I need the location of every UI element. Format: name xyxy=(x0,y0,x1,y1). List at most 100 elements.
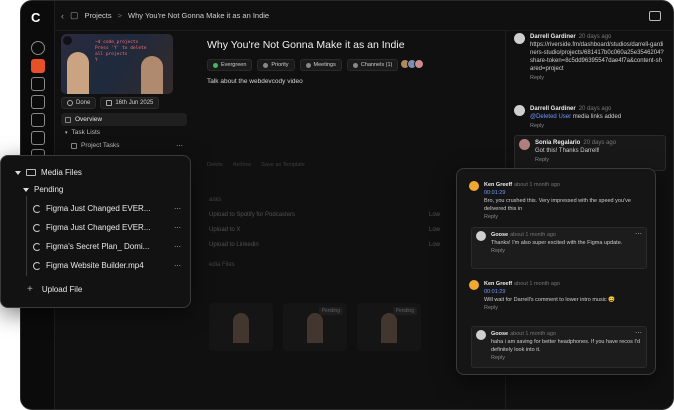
tasks-section-title[interactable]: asks xyxy=(209,197,221,203)
project-actions: Delete Archive Save as Template xyxy=(207,162,305,168)
media-section-title[interactable]: edia Files xyxy=(209,262,235,268)
comment: Ken Greeff about 1 month ago 00:01:29 Bro… xyxy=(469,181,649,221)
avatar xyxy=(414,59,425,69)
sidebar-toggle-icon[interactable]: ▢ xyxy=(70,10,79,21)
assignee-avatars[interactable] xyxy=(400,59,425,71)
inbox-icon[interactable] xyxy=(31,131,45,145)
tasks-icon xyxy=(71,142,77,149)
upload-file-button[interactable]: + Upload File xyxy=(27,284,82,295)
media-file-item[interactable]: Figma's Secret Plan_ Domi... ⋯ xyxy=(33,242,181,251)
media-file-item[interactable]: Figma Just Changed EVER... ⋯ xyxy=(33,223,181,232)
presenter-left xyxy=(67,52,89,94)
reply-link[interactable]: Reply xyxy=(530,122,664,130)
nested-reply: Goose about 1 month ago ⋯ haha i am saving… xyxy=(471,326,647,368)
media-files-header[interactable]: Media Files xyxy=(15,168,82,177)
folder-icon xyxy=(26,169,36,176)
overview-icon xyxy=(65,116,71,123)
more-icon[interactable]: ⋯ xyxy=(174,262,181,270)
loading-icon xyxy=(33,261,41,270)
timestamp-link[interactable]: 00:01:29 xyxy=(484,288,649,296)
video-comments-popup: Ken Greeff about 1 month ago 00:01:29 Bro… xyxy=(456,168,656,375)
reply-link[interactable]: Reply xyxy=(491,247,642,255)
more-icon[interactable]: ⋯ xyxy=(174,205,181,213)
plus-icon: + xyxy=(27,284,33,295)
menu-item-task-lists[interactable]: ▾ Task Lists xyxy=(61,126,187,139)
media-tile[interactable] xyxy=(209,303,273,351)
timestamp-link[interactable]: 00:01:29 xyxy=(484,189,649,197)
media-tile[interactable]: Pending xyxy=(357,303,421,351)
presenter-right xyxy=(141,56,163,94)
task-row[interactable]: Upload to XLow⋯ xyxy=(209,223,489,237)
more-icon[interactable]: ⋯ xyxy=(174,224,181,232)
avatar xyxy=(519,139,530,150)
caret-down-icon xyxy=(15,170,21,175)
project-tags: Evergreen Priority Meetings Channels (1) xyxy=(207,59,425,71)
loading-icon xyxy=(33,242,41,251)
task-row[interactable]: Upload to LinkedinLow⋯ xyxy=(209,238,489,252)
reply-link[interactable]: Reply xyxy=(491,354,642,362)
priority-icon xyxy=(263,62,269,68)
reply-link[interactable]: Reply xyxy=(530,74,664,82)
more-icon[interactable]: ⋯ xyxy=(635,330,642,338)
loading-icon xyxy=(33,204,41,213)
more-icon[interactable]: ⋯ xyxy=(635,231,642,239)
status-chip[interactable]: Done xyxy=(61,97,97,109)
pending-group[interactable]: Pending xyxy=(23,185,63,194)
more-icon[interactable]: ⋯ xyxy=(174,243,181,251)
save-template-button[interactable]: Save as Template xyxy=(261,162,305,168)
tree-line xyxy=(26,196,27,276)
play-icon[interactable] xyxy=(63,36,72,45)
mention[interactable]: @Deleted User xyxy=(530,114,571,120)
channels-icon xyxy=(352,62,358,68)
breadcrumb-separator: > xyxy=(117,11,122,20)
loading-icon xyxy=(33,223,41,232)
thumbnail-code: ~d code_projects Press 'Y' to delete all… xyxy=(95,40,147,63)
task-row[interactable]: Upload to Spotify for PodcastersLow⋯ xyxy=(209,208,489,222)
video-thumbnail[interactable]: ~d code_projects Press 'Y' to delete all… xyxy=(61,34,173,94)
nested-reply: Goose about 1 month ago ⋯ Thanks! I'm also… xyxy=(471,227,647,269)
media-tiles: Pending Pending xyxy=(209,303,421,351)
reply-link[interactable]: Reply xyxy=(535,156,659,164)
menu-item-project-tasks[interactable]: Project Tasks ⋯ xyxy=(61,139,187,152)
calendar-icon[interactable] xyxy=(31,113,45,127)
reply-link[interactable]: Reply xyxy=(484,304,649,312)
delete-button[interactable]: Delete xyxy=(207,162,223,168)
media-file-item[interactable]: Figma Website Builder.mp4 ⋯ xyxy=(33,261,181,270)
project-description[interactable]: Talk about the webdevcody video xyxy=(207,78,303,85)
nested-reply: Sonia Regalario 20 days ago Got this! Tha… xyxy=(514,135,666,171)
comment: Ken Greeff about 1 month ago 00:01:29 Wil… xyxy=(469,280,649,312)
media-file-item[interactable]: Figma Just Changed EVER... ⋯ xyxy=(33,204,181,213)
avatar xyxy=(469,280,479,290)
back-arrow-icon[interactable]: ‹ xyxy=(61,11,64,21)
board-icon[interactable] xyxy=(31,77,45,91)
comment: Darrell Gardiner 20 days ago @Deleted Use… xyxy=(514,105,664,130)
idea-icon[interactable] xyxy=(31,41,45,55)
video-icon[interactable] xyxy=(31,59,45,73)
app-logo-icon[interactable]: C xyxy=(31,10,45,25)
status-icon xyxy=(67,100,73,106)
tag-channels[interactable]: Channels (1) xyxy=(346,59,399,71)
breadcrumb-projects[interactable]: Projects xyxy=(85,11,112,20)
archive-button[interactable]: Archive xyxy=(233,162,251,168)
tag-priority[interactable]: Priority xyxy=(257,59,295,71)
date-chip[interactable]: 16th Jun 2025 xyxy=(100,97,160,109)
tag-meetings[interactable]: Meetings xyxy=(299,59,342,71)
caret-down-icon: ▾ xyxy=(65,129,68,136)
calendar-icon xyxy=(106,100,113,106)
window-toggle-icon[interactable] xyxy=(649,10,661,21)
more-icon[interactable]: ⋯ xyxy=(176,142,183,150)
tag-evergreen[interactable]: Evergreen xyxy=(207,59,253,71)
avatar xyxy=(469,181,479,191)
menu-item-overview[interactable]: Overview xyxy=(61,113,187,126)
comment-text[interactable]: https://riverside.fm/dashboard/studios/d… xyxy=(530,41,664,73)
media-tile[interactable]: Pending xyxy=(283,303,347,351)
reply-link[interactable]: Reply xyxy=(484,213,649,221)
avatar xyxy=(476,231,486,241)
caret-down-icon xyxy=(23,187,29,192)
meetings-icon xyxy=(305,62,311,68)
top-bar: ‹ ▢ Projects > Why You're Not Gonna Make… xyxy=(55,1,673,31)
project-meta: Done 16th Jun 2025 xyxy=(61,97,160,109)
leaf-icon xyxy=(213,62,218,68)
avatar xyxy=(514,33,525,44)
list-icon[interactable] xyxy=(31,95,45,109)
